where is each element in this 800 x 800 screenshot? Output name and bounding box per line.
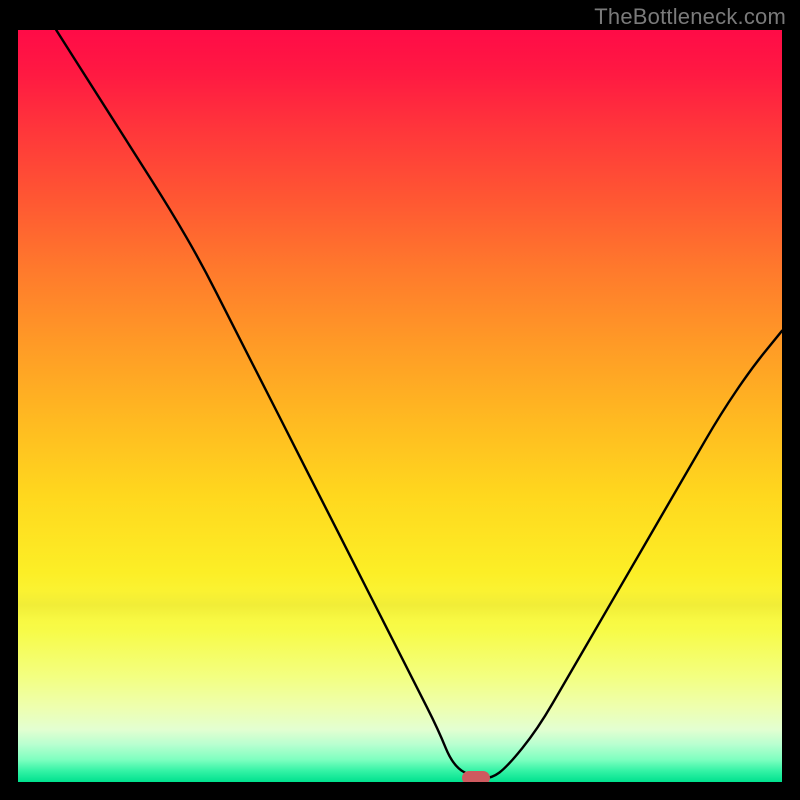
optimal-point-marker — [462, 771, 490, 782]
chart-frame: TheBottleneck.com — [0, 0, 800, 800]
watermark-text: TheBottleneck.com — [594, 4, 786, 30]
plot-area — [18, 30, 782, 782]
bottleneck-curve — [18, 30, 782, 782]
